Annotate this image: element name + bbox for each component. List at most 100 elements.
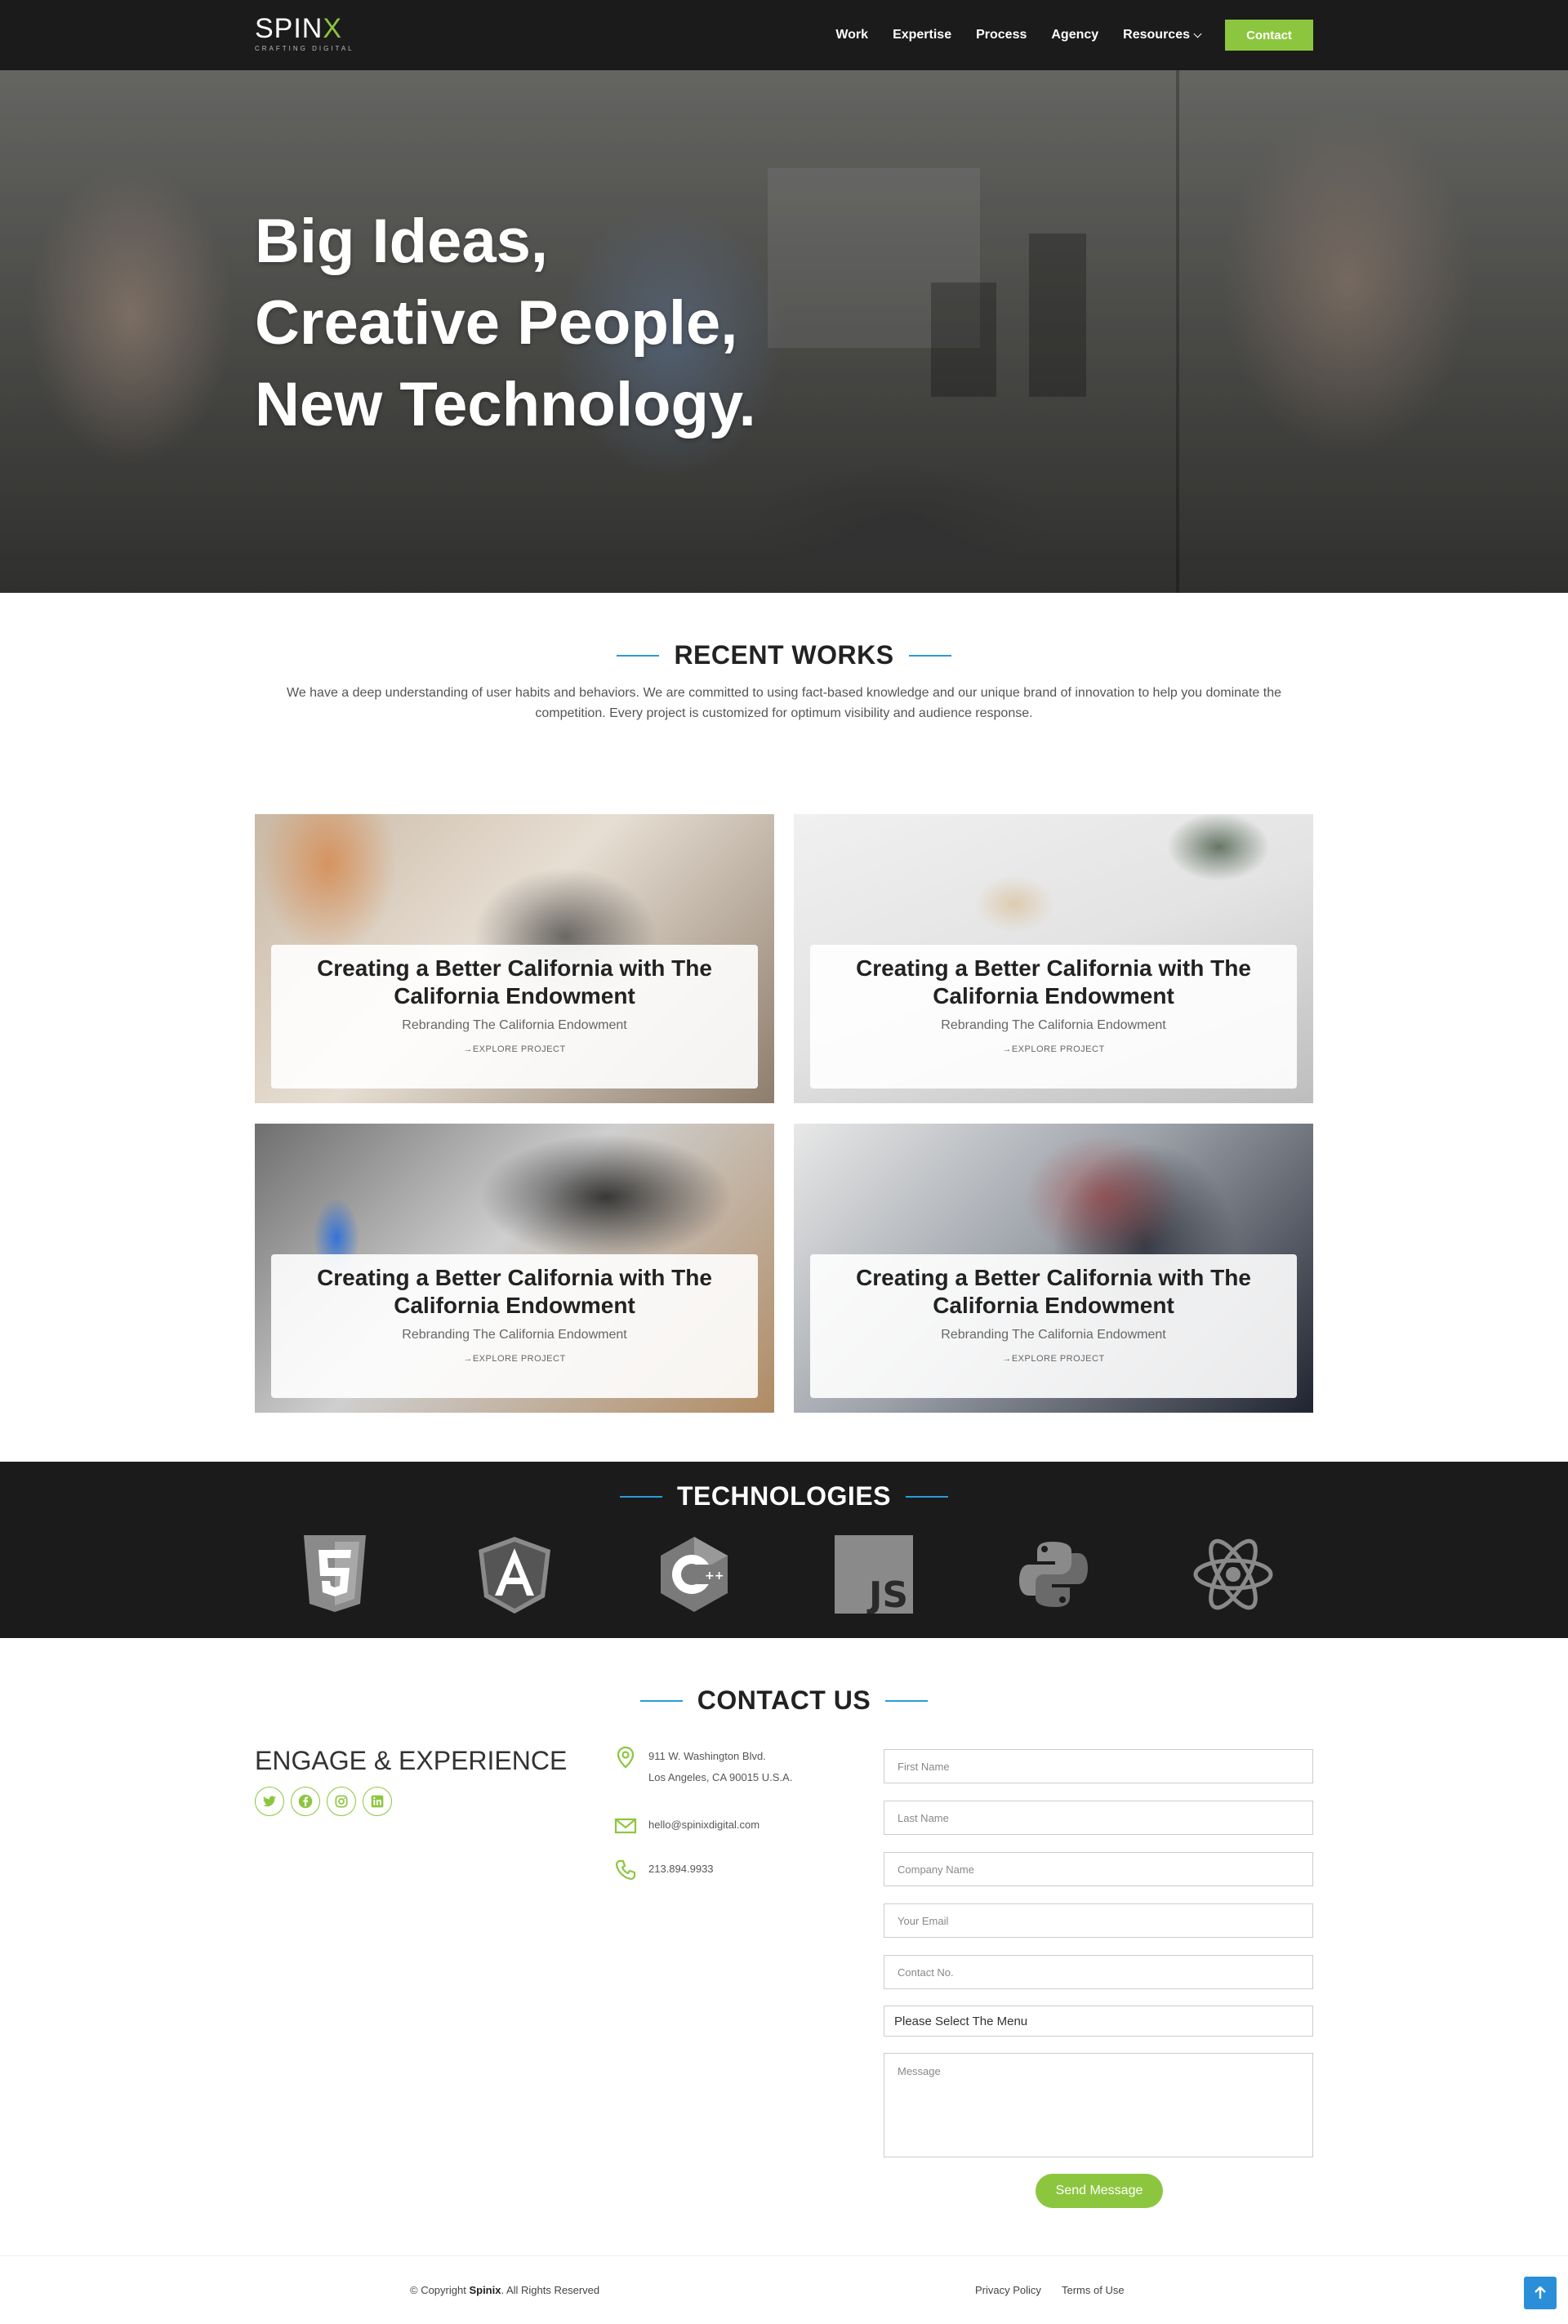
copyright-brand: Spinix: [469, 2284, 501, 2296]
arrow-up-icon: [1535, 2286, 1546, 2299]
explore-project-link[interactable]: →EXPLORE PROJECT: [810, 1044, 1297, 1054]
explore-project-link[interactable]: →EXPLORE PROJECT: [271, 1044, 758, 1054]
explore-project-label: EXPLORE PROJECT: [1011, 1354, 1105, 1364]
heading-rule: [639, 1699, 683, 1702]
nav-expertise[interactable]: Expertise: [893, 28, 951, 42]
hero-overlay: [0, 70, 1568, 593]
project-card[interactable]: Creating a Better California with The Ca…: [255, 1124, 774, 1413]
contact-button[interactable]: Contact: [1225, 20, 1313, 51]
logo-text: SPIN: [255, 13, 323, 44]
footer-divider: [0, 2255, 1568, 2256]
heading-rule: [619, 1495, 662, 1498]
javascript-icon: JS: [833, 1534, 915, 1615]
recent-works-description: We have a deep understanding of user hab…: [287, 686, 1281, 720]
project-title: Creating a Better California with The Ca…: [317, 955, 712, 1008]
html5-icon: [294, 1534, 376, 1615]
email-field[interactable]: Your Email: [884, 1903, 1313, 1938]
hero-title-line: Creative People,: [255, 288, 738, 358]
send-message-button[interactable]: Send Message: [1036, 2174, 1163, 2208]
copyright-prefix: © Copyright: [410, 2284, 470, 2296]
chevron-down-icon: [1193, 29, 1202, 38]
address-line: Los Angeles, CA 90015 U.S.A.: [648, 1771, 793, 1783]
project-card[interactable]: Creating a Better California with The Ca…: [794, 1124, 1313, 1413]
envelope-icon: [614, 1814, 637, 1837]
arrow-right-icon: →: [463, 1044, 473, 1054]
address-line: 911 W. Washington Blvd.: [648, 1750, 766, 1762]
arrow-right-icon: →: [463, 1354, 473, 1364]
cplusplus-icon: ++: [653, 1534, 735, 1615]
phone-info[interactable]: 213.894.9933: [614, 1859, 714, 1881]
svg-text:JS: JS: [866, 1574, 908, 1614]
project-subtitle: Rebranding The California Endowment: [941, 1018, 1166, 1032]
project-card[interactable]: Creating a Better California with The Ca…: [794, 814, 1313, 1103]
hero-title: Big Ideas, Creative People, New Technolo…: [255, 201, 756, 446]
python-icon: [1013, 1534, 1094, 1615]
hero-title-line: New Technology.: [255, 370, 756, 439]
angular-icon: [474, 1534, 555, 1615]
contact-number-field[interactable]: Contact No.: [884, 1955, 1313, 1989]
twitter-icon[interactable]: [255, 1787, 284, 1816]
project-title: Creating a Better California with The Ca…: [856, 1265, 1251, 1318]
logo[interactable]: SPINX CRAFTING DIGITAL: [255, 15, 354, 52]
nav-process[interactable]: Process: [976, 28, 1027, 42]
location-pin-icon: [614, 1746, 637, 1769]
project-card-info: Creating a Better California with The Ca…: [810, 945, 1297, 1089]
technologies-title: TECHNOLOGIES: [676, 1481, 891, 1511]
project-subtitle: Rebranding The California Endowment: [402, 1018, 627, 1032]
technologies-heading: TECHNOLOGIES: [0, 1481, 1568, 1511]
technology-icons: ++ JS: [0, 1534, 1568, 1615]
first-name-field[interactable]: First Name: [884, 1749, 1313, 1783]
explore-project-label: EXPLORE PROJECT: [472, 1354, 566, 1364]
project-card-info: Creating a Better California with The Ca…: [271, 945, 758, 1089]
main-menu: Work Expertise Process Agency Resources …: [811, 0, 1313, 70]
phone-icon: [614, 1859, 637, 1881]
email-text[interactable]: hello@spinixdigital.com: [648, 1814, 760, 1837]
explore-project-label: EXPLORE PROJECT: [472, 1044, 566, 1054]
explore-project-link[interactable]: →EXPLORE PROJECT: [810, 1354, 1297, 1364]
explore-project-label: EXPLORE PROJECT: [1011, 1044, 1105, 1054]
hero-title-line: Big Ideas,: [255, 207, 548, 276]
svg-text:++: ++: [705, 1569, 724, 1583]
terms-of-use-link[interactable]: Terms of Use: [1062, 2284, 1125, 2296]
engage-heading: ENGAGE & EXPERIENCE: [255, 1746, 568, 1775]
project-card-info: Creating a Better California with The Ca…: [271, 1254, 758, 1398]
linkedin-icon[interactable]: [363, 1787, 392, 1816]
heading-rule: [617, 654, 660, 657]
top-navbar: SPINX CRAFTING DIGITAL Work Expertise Pr…: [0, 0, 1568, 70]
recent-works-heading: RECENT WORKS: [0, 640, 1568, 670]
copyright-suffix: . All Rights Reserved: [501, 2284, 600, 2296]
nav-resources-label: Resources: [1123, 28, 1190, 42]
nav-agency[interactable]: Agency: [1051, 28, 1098, 42]
project-subtitle: Rebranding The California Endowment: [941, 1328, 1166, 1342]
logo-tagline: CRAFTING DIGITAL: [255, 45, 354, 52]
nav-work[interactable]: Work: [835, 28, 868, 42]
recent-works-title: RECENT WORKS: [674, 640, 894, 670]
instagram-icon[interactable]: [327, 1787, 356, 1816]
facebook-icon[interactable]: [291, 1787, 320, 1816]
project-subtitle: Rebranding The California Endowment: [402, 1328, 627, 1342]
email-info[interactable]: hello@spinixdigital.com: [614, 1814, 760, 1837]
heading-rule: [885, 1699, 929, 1702]
explore-project-link[interactable]: →EXPLORE PROJECT: [271, 1354, 758, 1364]
last-name-field[interactable]: Last Name: [884, 1801, 1313, 1835]
technologies-section: TECHNOLOGIES ++ JS: [0, 1462, 1568, 1638]
nav-resources[interactable]: Resources: [1123, 28, 1202, 42]
social-links: [255, 1787, 399, 1816]
contact-title: CONTACT US: [697, 1685, 871, 1715]
scroll-to-top-button[interactable]: [1524, 2277, 1557, 2309]
hero-banner: Big Ideas, Creative People, New Technolo…: [0, 70, 1568, 593]
message-textarea[interactable]: Message: [884, 2053, 1313, 2157]
contact-heading: CONTACT US: [0, 1685, 1568, 1716]
privacy-policy-link[interactable]: Privacy Policy: [975, 2284, 1041, 2296]
project-title: Creating a Better California with The Ca…: [317, 1265, 712, 1318]
project-card-info: Creating a Better California with The Ca…: [810, 1254, 1297, 1398]
logo-x: X: [323, 13, 343, 44]
arrow-right-icon: →: [1002, 1044, 1012, 1054]
project-card[interactable]: Creating a Better California with The Ca…: [255, 814, 774, 1103]
company-name-field[interactable]: Company Name: [884, 1852, 1313, 1886]
heading-rule: [908, 654, 951, 657]
phone-text[interactable]: 213.894.9933: [648, 1859, 714, 1881]
project-title: Creating a Better California with The Ca…: [856, 955, 1251, 1008]
menu-select[interactable]: Please Select The Menu: [884, 2006, 1313, 2037]
arrow-right-icon: →: [1002, 1354, 1012, 1364]
